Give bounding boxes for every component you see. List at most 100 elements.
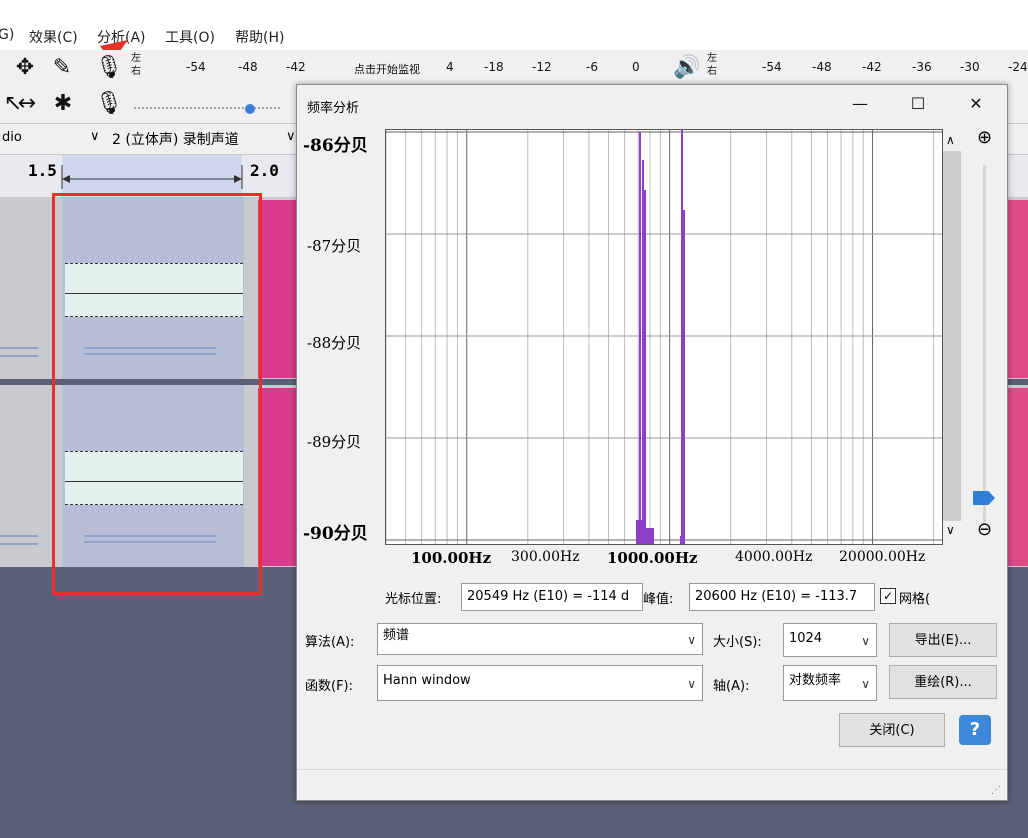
host-select[interactable]: dio [2,130,22,145]
help-button[interactable]: ? [959,715,991,745]
algorithm-label: 算法(A): [305,635,355,650]
axis-select[interactable]: 对数频率 ∨ [783,665,877,701]
meter-tick: -54 [186,60,206,74]
waveform-line [0,347,38,349]
meter-tick: -12 [532,60,552,74]
chevron-down-icon: ∨ [687,633,696,647]
spectrum-plot-svg [385,130,942,544]
dialog-title: 频率分析 [307,101,360,116]
waveform-line [0,535,38,537]
grid-checkbox[interactable]: ✓ [880,588,896,604]
scroll-up-icon[interactable]: ∧ [946,133,955,147]
spectrum-peak [644,190,646,544]
status-bar-divider [297,769,1007,770]
meter-tick: 0 [632,60,640,74]
function-label: 函数(F): [305,679,354,694]
play-meter-left-label: 左 [707,53,717,64]
meter-tick: -18 [484,60,504,74]
meter-tick: -42 [862,60,882,74]
waveform-line [0,543,38,545]
play-meter-right-label: 右 [707,66,717,77]
resize-grip-icon[interactable]: ⋰ [991,785,1001,796]
meter-right-label: 右 [131,66,141,77]
grid-label: 网格( [899,592,931,607]
meter-tick: -54 [762,60,782,74]
zoom-in-icon[interactable]: ⊕ [977,127,992,148]
size-value: 1024 [789,631,823,646]
record-meter-hint[interactable]: 点击开始监视 [354,61,420,77]
input-volume-slider[interactable] [132,96,292,116]
meter-tick: -6 [586,60,598,74]
minimize-button[interactable]: — [845,91,875,117]
meter-tick: -48 [238,60,258,74]
spectrum-peak [639,132,641,544]
maximize-button[interactable]: ☐ [903,91,933,117]
frequency-analysis-dialog: 频率分析 — ☐ ✕ -86分贝 -87分贝 -88分贝 -89分贝 -90分贝… [296,84,1008,801]
channels-select[interactable]: 2 (立体声) 录制声道 [112,129,239,149]
spectrum-peak [681,130,683,544]
meter-tick: -42 [286,60,306,74]
peak-label: 峰值: [643,592,674,607]
x-axis-label: 4000.00Hz [735,549,813,565]
axis-label: 轴(A): [713,679,750,694]
spectrum-peak [680,536,684,544]
scroll-down-icon[interactable]: ∨ [946,523,955,537]
meter-tick: -30 [960,60,980,74]
window-function-select[interactable]: Hann window ∨ [377,665,703,701]
speaker-icon[interactable]: 🔊 [672,52,702,82]
zoom-out-icon[interactable]: ⊖ [977,519,992,540]
x-axis-label: 100.00Hz [411,549,492,567]
cursor-position-label: 光标位置: [385,592,442,607]
plot-vertical-scrollbar[interactable]: ∧ ∨ [943,129,961,543]
algorithm-value: 频谱 [383,628,410,643]
close-window-button[interactable]: ✕ [961,91,991,117]
y-axis-label: -90分贝 [303,524,368,544]
spectrum-peak [683,210,685,544]
zoom-slider-track[interactable] [983,165,986,525]
annotation-box [52,193,262,595]
peak-field: 20600 Hz (E10) = -113.7 [689,583,875,611]
x-axis-label: 300.00Hz [511,549,580,565]
y-axis-label: -88分贝 [307,334,362,352]
cursor-position-field: 20549 Hz (E10) = -114 d [461,583,643,611]
spectrum-plot[interactable] [385,129,943,545]
y-axis-label: -87分贝 [307,237,362,255]
channels-dropdown-arrow[interactable]: ∨ [90,129,100,144]
algorithm-select[interactable]: 频谱 ∨ [377,623,703,655]
spectrum-peak [644,528,654,544]
close-button[interactable]: 关闭(C) [839,713,945,747]
menu-generate[interactable]: G) [0,27,14,43]
chevron-down-icon: ∨ [687,677,696,691]
input-volume-icon[interactable]: 🎙 [94,88,124,118]
y-axis-label: -86分贝 [303,136,368,156]
meter-tick: -36 [912,60,932,74]
chevron-down-icon: ∨ [861,634,870,648]
size-select[interactable]: 1024 ∨ [783,623,877,657]
meter-tick: 4 [446,60,454,74]
size-label: 大小(S): [713,635,762,650]
replot-button[interactable]: 重绘(R)... [889,665,997,699]
zoom-slider-thumb[interactable] [973,491,995,505]
x-axis-label: 20000.00Hz [839,549,926,565]
scroll-thumb[interactable] [943,151,961,521]
window-function-value: Hann window [383,673,471,688]
record-mic-icon[interactable]: 🎙 [94,52,124,82]
axis-value: 对数频率 [789,673,842,688]
y-axis-label: -89分贝 [307,433,362,451]
meter-tick: -48 [812,60,832,74]
meter-left-label: 左 [131,53,141,64]
menu-tools[interactable]: 工具(O) [165,27,215,47]
meter-tick: -24 [1008,60,1028,74]
zoom-tool-icon[interactable]: ✥ [10,52,40,82]
channels-dropdown-arrow[interactable]: ∨ [286,129,296,144]
x-axis-label: 1000.00Hz [607,549,698,567]
chevron-down-icon: ∨ [861,677,870,691]
multi-tool-icon[interactable]: ✱ [48,88,78,118]
menu-help[interactable]: 帮助(H) [235,27,284,47]
time-shift-tool-icon[interactable]: ↔ [12,88,42,118]
draw-tool-icon[interactable]: ✎ [47,52,77,82]
menu-bar: G) 效果(C) 分析(A) 工具(O) 帮助(H) [0,0,1028,94]
spectrum-peak [642,160,644,544]
waveform-line [0,355,38,357]
export-button[interactable]: 导出(E)... [889,623,997,657]
